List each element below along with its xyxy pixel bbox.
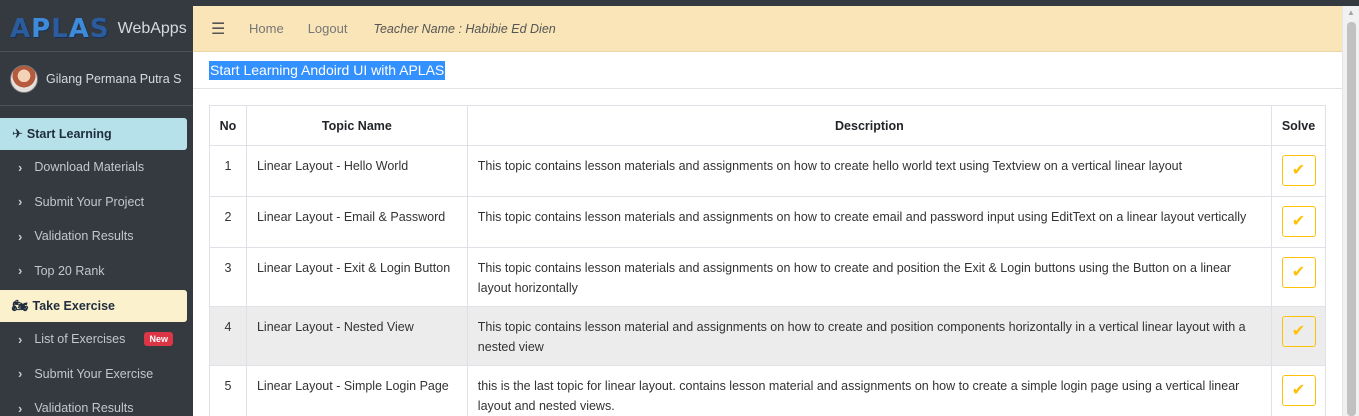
row-number: 4 xyxy=(209,306,247,366)
sidebar-item-download-materials[interactable]: › Download Materials xyxy=(0,150,193,185)
top-navbar: ☰ Home Logout Teacher Name : Habibie Ed … xyxy=(193,6,1342,52)
brand-logo: APLAS xyxy=(10,13,110,44)
chevron-right-icon: › xyxy=(18,400,23,416)
solve-button[interactable]: ✔ xyxy=(1281,155,1316,186)
check-icon: ✔ xyxy=(1291,213,1306,230)
teacher-name: Teacher Name : Habibie Ed Dien xyxy=(373,21,556,36)
motorcycle-icon: 🏍 xyxy=(12,298,29,313)
main-content: Start Learning Andoird UI with APLAS No … xyxy=(193,52,1342,416)
sidebar-header-start-learning[interactable]: ✈ Start Learning xyxy=(0,118,187,150)
column-header-solve: Solve xyxy=(1271,105,1326,146)
chevron-right-icon: › xyxy=(18,228,23,244)
row-number: 5 xyxy=(209,365,247,416)
avatar xyxy=(10,64,38,93)
chevron-right-icon: › xyxy=(18,194,23,210)
column-header-no: No xyxy=(209,105,247,146)
check-icon: ✔ xyxy=(1291,162,1306,179)
topic-name: Linear Layout - Simple Login Page xyxy=(245,365,468,416)
topic-name: Linear Layout - Hello World xyxy=(245,145,468,197)
topic-description: this is the last topic for linear layout… xyxy=(466,365,1273,416)
sidebar-item-submit-project[interactable]: › Submit Your Project xyxy=(0,185,193,220)
column-header-topic-name: Topic Name xyxy=(245,105,468,146)
scroll-up-arrow-icon[interactable]: ▲ xyxy=(1347,8,1355,17)
solve-button[interactable]: ✔ xyxy=(1281,257,1316,288)
sidebar-item-exercise-validation-results[interactable]: › Validation Results xyxy=(0,391,193,416)
hamburger-icon[interactable]: ☰ xyxy=(211,19,225,39)
column-header-description: Description xyxy=(466,105,1273,146)
solve-button[interactable]: ✔ xyxy=(1281,316,1316,347)
topic-description: This topic contains lesson materials and… xyxy=(466,196,1273,248)
check-icon: ✔ xyxy=(1291,264,1306,281)
topic-description: This topic contains lesson materials and… xyxy=(466,145,1273,197)
row-number: 1 xyxy=(209,145,247,197)
row-number: 2 xyxy=(209,196,247,248)
topic-description: This topic contains lesson material and … xyxy=(466,306,1273,366)
scrollbar-thumb[interactable] xyxy=(1347,22,1356,416)
sidebar-item-validation-results[interactable]: › Validation Results xyxy=(0,219,193,254)
solve-button[interactable]: ✔ xyxy=(1281,375,1316,406)
brand-name: WebApps xyxy=(117,19,187,37)
chevron-right-icon: › xyxy=(18,331,23,347)
table-row: 3 Linear Layout - Exit & Login Button Th… xyxy=(209,247,1326,307)
check-icon: ✔ xyxy=(1291,323,1306,340)
table-row: 5 Linear Layout - Simple Login Page this… xyxy=(209,365,1326,416)
table-header-row: No Topic Name Description Solve xyxy=(209,105,1326,146)
chevron-right-icon: › xyxy=(18,366,23,382)
chevron-right-icon: › xyxy=(18,159,23,175)
table-row: 2 Linear Layout - Email & Password This … xyxy=(209,196,1326,248)
brand-link[interactable]: APLAS WebApps xyxy=(0,6,193,52)
sidebar: APLAS WebApps Gilang Permana Putra S ✈ S… xyxy=(0,6,193,416)
vertical-scrollbar[interactable]: ▲ xyxy=(1342,6,1359,416)
sidebar-item-list-of-exercises[interactable]: › List of Exercises New xyxy=(0,322,193,357)
sidebar-header-take-exercise[interactable]: 🏍 Take Exercise xyxy=(0,290,187,322)
user-name: Gilang Permana Putra S xyxy=(46,71,182,86)
topic-name: Linear Layout - Email & Password xyxy=(245,196,468,248)
new-badge: New xyxy=(144,332,173,346)
sidebar-nav: ✈ Start Learning › Download Materials › … xyxy=(0,106,193,416)
table-row: 1 Linear Layout - Hello World This topic… xyxy=(209,145,1326,197)
topic-description: This topic contains lesson materials and… xyxy=(466,247,1273,307)
topics-table: No Topic Name Description Solve 1 Linear… xyxy=(209,105,1326,416)
logout-link[interactable]: Logout xyxy=(308,21,348,36)
topic-name: Linear Layout - Exit & Login Button xyxy=(245,247,468,307)
sidebar-item-submit-exercise[interactable]: › Submit Your Exercise xyxy=(0,357,193,392)
topic-name: Linear Layout - Nested View xyxy=(245,306,468,366)
solve-button[interactable]: ✔ xyxy=(1281,206,1316,237)
sidebar-item-top-20-rank[interactable]: › Top 20 Rank xyxy=(0,254,193,289)
jet-icon: ✈ xyxy=(12,126,23,141)
table-row: 4 Linear Layout - Nested View This topic… xyxy=(209,306,1326,366)
home-link[interactable]: Home xyxy=(249,21,284,36)
check-icon: ✔ xyxy=(1291,382,1306,399)
divider xyxy=(193,88,1342,89)
chevron-right-icon: › xyxy=(18,263,23,279)
page-title: Start Learning Andoird UI with APLAS xyxy=(209,61,446,80)
user-panel[interactable]: Gilang Permana Putra S xyxy=(0,52,193,106)
row-number: 3 xyxy=(209,247,247,307)
